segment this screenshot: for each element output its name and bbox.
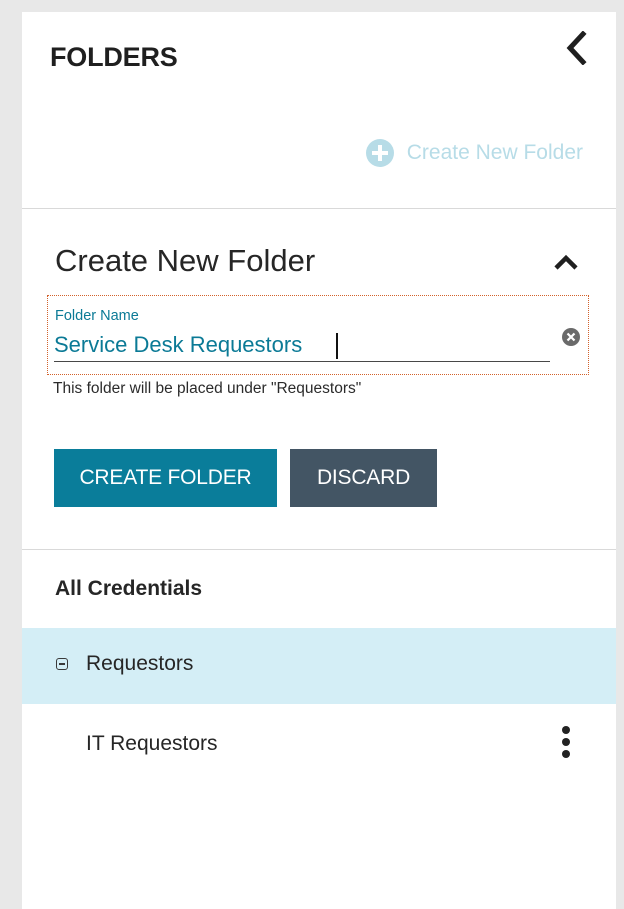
- create-folder-button[interactable]: CREATE FOLDER: [54, 449, 277, 507]
- clear-circle-icon[interactable]: [561, 327, 581, 347]
- kebab-menu-icon[interactable]: [559, 726, 573, 758]
- discard-button[interactable]: DISCARD: [290, 449, 437, 507]
- tree-item-requestors[interactable]: Requestors: [22, 628, 616, 704]
- chevron-up-icon: [554, 254, 578, 270]
- tree-item-label: IT Requestors: [86, 732, 218, 755]
- text-caret: [336, 333, 338, 359]
- collapse-form-button[interactable]: [549, 247, 583, 277]
- create-folder-form: Create New Folder Folder Name This folde…: [22, 209, 616, 550]
- folder-name-label: Folder Name: [55, 308, 139, 324]
- create-new-folder-link[interactable]: Create New Folder: [365, 138, 583, 168]
- plus-circle-icon: [365, 139, 394, 167]
- collapse-panel-button[interactable]: [559, 28, 593, 68]
- folders-panel: FOLDERS Create New Folder Create New Fol…: [22, 12, 616, 909]
- folder-name-field: Folder Name: [47, 295, 589, 375]
- minus-square-icon[interactable]: [56, 658, 68, 670]
- tree-item-it-requestors[interactable]: IT Requestors: [22, 705, 616, 781]
- folder-placement-hint: This folder will be placed under "Reques…: [53, 380, 362, 397]
- panel-header: FOLDERS Create New Folder: [22, 12, 616, 209]
- chevron-left-icon: [566, 31, 587, 65]
- folder-name-input[interactable]: [54, 329, 550, 362]
- tree-heading[interactable]: All Credentials: [55, 577, 202, 601]
- create-new-folder-link-label: Create New Folder: [406, 141, 583, 164]
- form-title: Create New Folder: [55, 243, 316, 278]
- tree-item-label: Requestors: [86, 652, 194, 675]
- panel-title: FOLDERS: [50, 42, 178, 72]
